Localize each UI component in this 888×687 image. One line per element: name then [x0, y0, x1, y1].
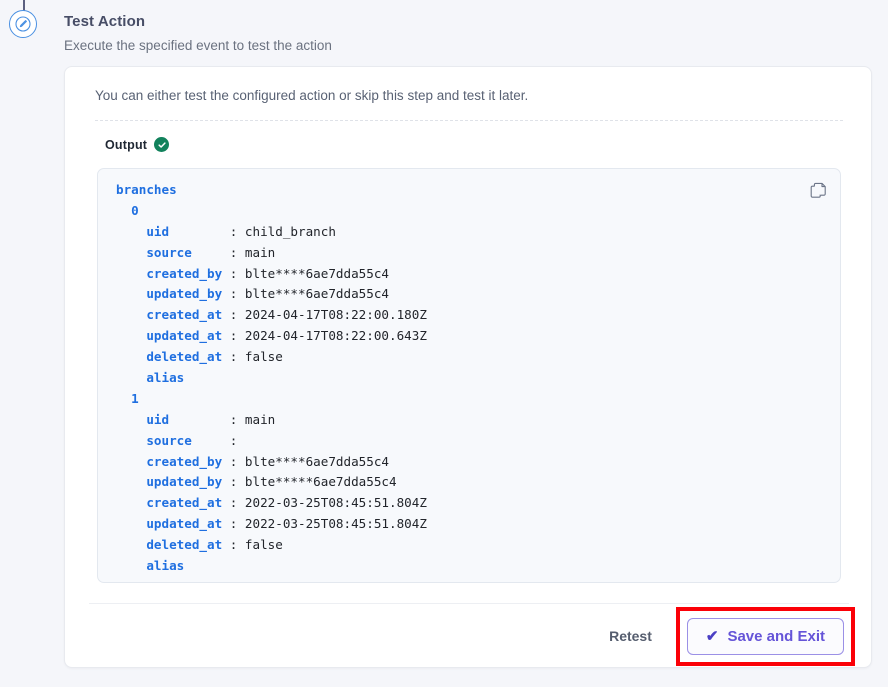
pencil-circle-icon — [9, 10, 37, 38]
code-field: alias — [146, 558, 185, 574]
output-header: Output — [105, 137, 170, 152]
save-and-exit-button[interactable]: ✔ Save and Exit — [686, 617, 844, 655]
save-and-exit-highlight: ✔ Save and Exit — [675, 606, 855, 666]
step-rail — [0, 0, 64, 687]
code-array-index: 0 — [131, 202, 139, 218]
check-icon: ✔ — [705, 627, 719, 645]
code-field: updated_at : 2022-03-25T08:45:51.804Z — [146, 516, 427, 532]
dashed-divider — [95, 120, 843, 121]
code-field: uid : child_branch — [146, 223, 336, 239]
code-field: deleted_at : false — [146, 537, 283, 553]
test-action-card: You can either test the configured actio… — [64, 66, 872, 668]
code-array-index: 1 — [131, 390, 139, 406]
code-root-key: branches — [116, 182, 177, 197]
retest-button[interactable]: Retest — [595, 618, 666, 654]
code-field: source : main — [146, 244, 276, 260]
code-field: created_by : blte****6ae7dda55c4 — [146, 453, 389, 469]
page-subtitle: Execute the specified event to test the … — [64, 38, 332, 53]
green-check-circle-icon — [154, 137, 170, 152]
output-label: Output — [105, 137, 148, 152]
code-field: deleted_at : false — [146, 349, 283, 365]
code-field: created_by : blte****6ae7dda55c4 — [146, 265, 389, 281]
output-code-panel: branches 0 uid : child_branch source : m… — [97, 168, 841, 583]
code-field: created_at : 2022-03-25T08:45:51.804Z — [146, 495, 427, 511]
code-field: created_at : 2024-04-17T08:22:00.180Z — [146, 307, 427, 323]
page-title: Test Action — [64, 13, 146, 30]
copy-icon[interactable] — [808, 180, 828, 200]
card-footer: Retest ✔ Save and Exit — [65, 604, 873, 668]
card-intro-text: You can either test the configured actio… — [95, 88, 529, 103]
step-header: Test Action Execute the specified event … — [64, 12, 764, 55]
code-field: alias — [146, 370, 185, 386]
save-and-exit-label: Save and Exit — [727, 627, 825, 645]
code-field: updated_by : blte****6ae7dda55c4 — [146, 286, 389, 302]
code-field: updated_at : 2024-04-17T08:22:00.643Z — [146, 328, 427, 344]
code-field: source : — [146, 432, 245, 448]
code-field: updated_by : blte*****6ae7dda55c4 — [146, 474, 397, 490]
code-field: uid : main — [146, 411, 276, 427]
output-json-text: branches 0 uid : child_branch source : m… — [116, 180, 427, 577]
